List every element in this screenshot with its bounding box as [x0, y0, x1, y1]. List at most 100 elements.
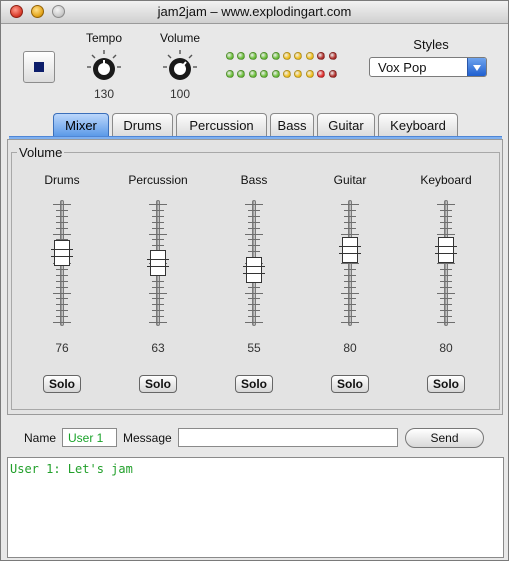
- volume-slider-thumb[interactable]: [243, 257, 265, 283]
- solo-button[interactable]: Solo: [139, 375, 177, 393]
- tab-drums[interactable]: Drums: [112, 113, 173, 136]
- meter-led: [317, 70, 325, 78]
- meter-led: [283, 70, 291, 78]
- slider-tick: [152, 280, 164, 282]
- volume-slider-thumb[interactable]: [51, 240, 73, 266]
- slider-tick: [344, 227, 356, 229]
- tab-mixer[interactable]: Mixer: [53, 113, 109, 136]
- slider-tick: [152, 304, 164, 306]
- volume-slider-thumb[interactable]: [435, 237, 457, 263]
- slider-tick: [152, 298, 164, 300]
- channel-label: Guitar: [333, 173, 367, 187]
- slider-tick: [152, 239, 164, 241]
- slider-tick: [437, 263, 455, 264]
- tab-guitar[interactable]: Guitar: [317, 113, 375, 136]
- slider-tick: [245, 292, 263, 294]
- slider-tick: [152, 209, 164, 211]
- slider-tick: [152, 310, 164, 312]
- stop-icon: [34, 62, 44, 72]
- slider-tick: [440, 304, 452, 306]
- message-field[interactable]: [178, 428, 398, 447]
- slider-tick: [344, 286, 356, 288]
- stop-button[interactable]: [23, 51, 55, 83]
- channel-label: Bass: [240, 173, 268, 187]
- slider-tick: [248, 209, 260, 211]
- slider-tick: [53, 204, 71, 205]
- slider-tick: [152, 286, 164, 288]
- slider-tick: [248, 215, 260, 217]
- volume-knob[interactable]: [162, 49, 198, 85]
- meter-led: [226, 70, 234, 78]
- slider-tick: [53, 292, 71, 294]
- meter-led: [226, 52, 234, 60]
- solo-button[interactable]: Solo: [331, 375, 369, 393]
- slider-tick: [56, 215, 68, 217]
- slider-tick: [440, 316, 452, 318]
- meter-led: [237, 52, 245, 60]
- slider-tick: [344, 280, 356, 282]
- slider-tick: [245, 233, 263, 235]
- channel-volume-value: 80: [439, 341, 453, 355]
- slider-tick: [344, 268, 356, 270]
- slider-tick: [149, 204, 167, 205]
- tab-keyboard[interactable]: Keyboard: [378, 113, 458, 136]
- meter-led: [249, 70, 257, 78]
- slider-tick: [341, 263, 359, 264]
- channel-volume-value: 76: [55, 341, 69, 355]
- slider-tick: [440, 286, 452, 288]
- window-title: jam2jam – www.explodingart.com: [157, 4, 352, 19]
- app-window: jam2jam – www.explodingart.com Tempo 130…: [0, 0, 509, 561]
- channel-volume-value: 55: [247, 341, 261, 355]
- slider-tick: [53, 233, 71, 235]
- tempo-label: Tempo: [85, 31, 123, 45]
- slider-tick: [341, 233, 359, 235]
- slider-tick: [56, 209, 68, 211]
- title-bar: jam2jam – www.explodingart.com: [1, 1, 508, 24]
- slider-tick: [440, 215, 452, 217]
- slider-tick: [344, 298, 356, 300]
- styles-label: Styles: [413, 37, 449, 52]
- slider-tick: [341, 292, 359, 294]
- slider-tick: [56, 316, 68, 318]
- meter-led: [294, 70, 302, 78]
- slider-tick: [152, 215, 164, 217]
- tempo-knob[interactable]: [86, 49, 122, 85]
- solo-button[interactable]: Solo: [43, 375, 81, 393]
- volume-slider-thumb[interactable]: [339, 237, 361, 263]
- send-button[interactable]: Send: [405, 428, 484, 448]
- channel-volume-value: 80: [343, 341, 357, 355]
- slider-tick: [53, 322, 71, 323]
- tempo-value: 130: [93, 87, 115, 101]
- solo-button[interactable]: Solo: [235, 375, 273, 393]
- styles-dropdown[interactable]: Vox Pop: [369, 57, 487, 77]
- chevron-down-icon[interactable]: [467, 58, 486, 76]
- slider-tick: [344, 304, 356, 306]
- tab-percussion[interactable]: Percussion: [176, 113, 267, 136]
- slider-tick: [440, 298, 452, 300]
- message-label: Message: [123, 431, 172, 445]
- slider-tick: [440, 268, 452, 270]
- channel-label: Keyboard: [420, 173, 472, 187]
- meter-led: [272, 70, 280, 78]
- slider-tick: [248, 286, 260, 288]
- slider-tick: [248, 310, 260, 312]
- meter-led: [317, 52, 325, 60]
- slider-tick: [56, 310, 68, 312]
- tab-bass[interactable]: Bass: [270, 113, 314, 136]
- solo-button[interactable]: Solo: [427, 375, 465, 393]
- volume-label: Volume: [159, 31, 201, 45]
- slider-tick: [245, 204, 263, 205]
- slider-tick: [440, 280, 452, 282]
- volume-value: 100: [169, 87, 191, 101]
- volume-slider-thumb[interactable]: [147, 250, 169, 276]
- meter-led: [329, 52, 337, 60]
- slider-tick: [56, 304, 68, 306]
- name-field[interactable]: [62, 428, 117, 447]
- slider-tick: [56, 274, 68, 276]
- slider-tick: [344, 215, 356, 217]
- chat-log[interactable]: User 1: Let's jam: [7, 457, 504, 558]
- meter-led: [272, 52, 280, 60]
- slider-tick: [344, 274, 356, 276]
- slider-tick: [344, 310, 356, 312]
- slider-tick: [248, 239, 260, 241]
